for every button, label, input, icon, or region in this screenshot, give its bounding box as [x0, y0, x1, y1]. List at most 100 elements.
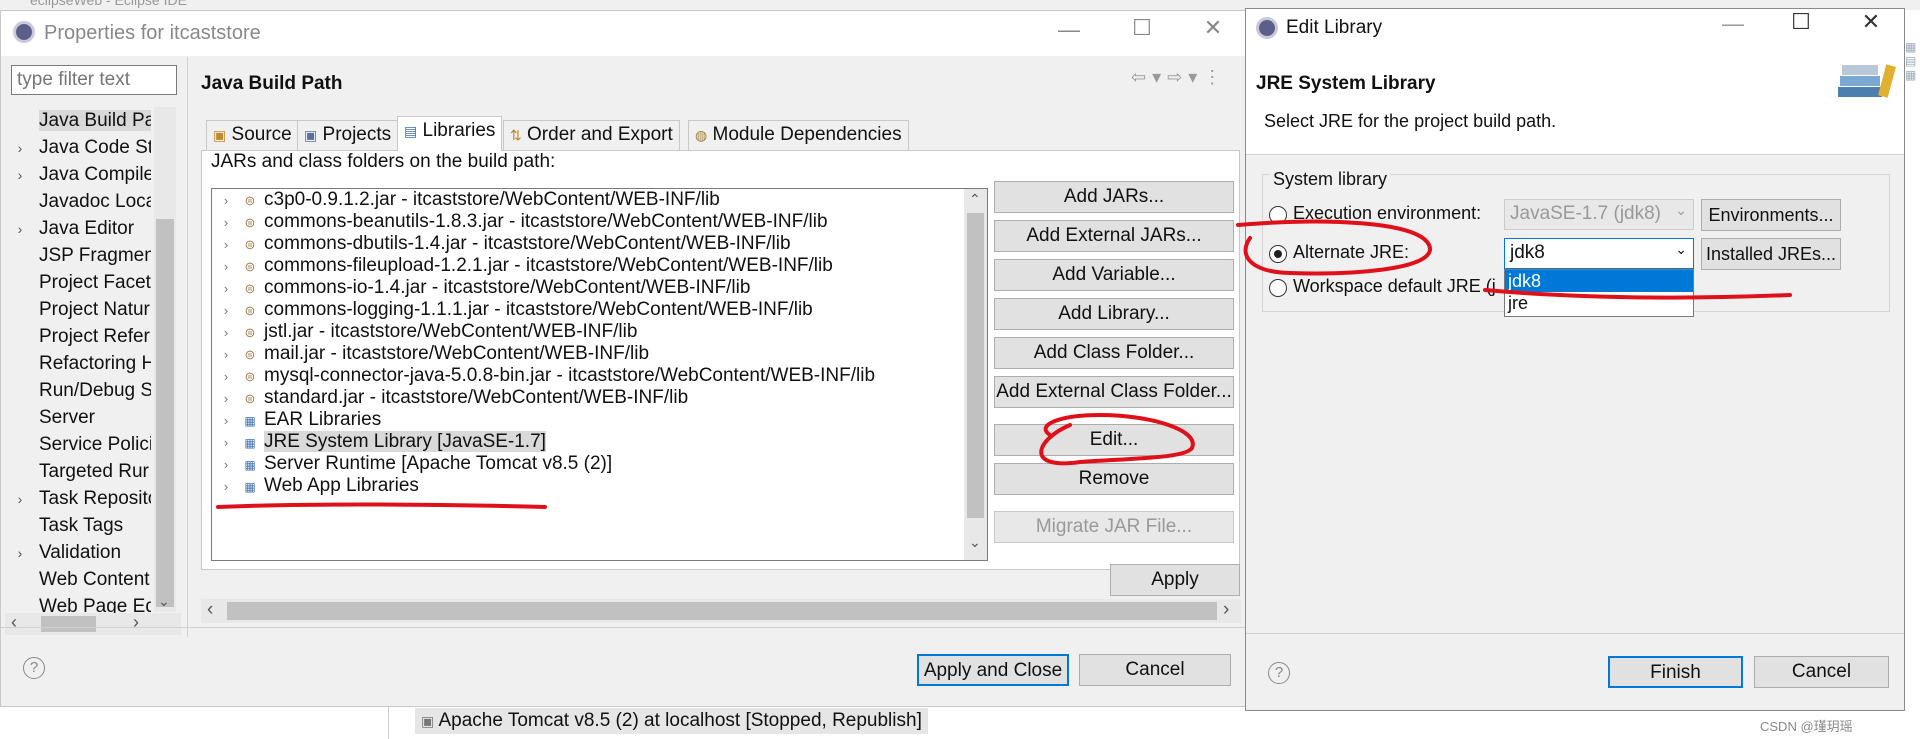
- alternate-jre-radio[interactable]: [1269, 245, 1287, 263]
- add-jars-button[interactable]: Add JARs...: [994, 181, 1234, 213]
- chevron-right-icon[interactable]: ›: [1, 135, 39, 161]
- tab-source[interactable]: ▣ Source: [206, 120, 299, 150]
- chevron-down-icon[interactable]: ⌄: [158, 593, 170, 610]
- properties-title: Properties for itcaststore: [44, 22, 261, 44]
- panel-horizontal-scrollbar[interactable]: ‹ ›: [201, 599, 1241, 623]
- chevron-down-icon[interactable]: ⌄: [1675, 241, 1687, 258]
- nav-vertical-scrollbar[interactable]: [154, 107, 176, 612]
- nav-item-label: Java Compile: [39, 164, 151, 185]
- library-icon: ▦: [244, 480, 256, 494]
- edit-button[interactable]: Edit...: [994, 424, 1234, 456]
- jre-dropdown-list[interactable]: jdk8 jre: [1504, 269, 1694, 317]
- nav-item-label: Java Build Pa: [39, 110, 151, 131]
- build-path-list[interactable]: › ⊜ c3p0-0.9.1.2.jar - itcaststore/WebCont…: [211, 188, 988, 561]
- finish-button[interactable]: Finish: [1608, 656, 1743, 688]
- add-external-jars-button[interactable]: Add External JARs...: [994, 220, 1234, 252]
- close-icon[interactable]: ✕: [1193, 15, 1233, 41]
- nav-item-label: Task Tags: [39, 515, 124, 536]
- minimize-icon[interactable]: —: [1049, 17, 1089, 43]
- history-nav-icons[interactable]: ⇦▾⇨▾⋮: [1131, 67, 1227, 88]
- nav-item[interactable]: Javadoc Loca: [1, 188, 151, 215]
- tab-order-and-export[interactable]: ⇅ Order and Export: [503, 120, 680, 150]
- nav-item[interactable]: Run/Debug S: [1, 377, 151, 404]
- nav-item[interactable]: Server: [1, 404, 151, 431]
- environments-button[interactable]: Environments...: [1701, 199, 1841, 231]
- execution-environment-label: Execution environment:: [1293, 203, 1482, 223]
- remove-button[interactable]: Remove: [994, 463, 1234, 495]
- server-entry[interactable]: ▣ Apache Tomcat v8.5 (2) at localhost [S…: [415, 708, 928, 734]
- nav-item[interactable]: › Task Reposito: [1, 485, 151, 512]
- view-divider: [388, 707, 389, 739]
- nav-item[interactable]: › Java Editor: [1, 215, 151, 242]
- chevron-right-icon[interactable]: ›: [133, 612, 139, 633]
- nav-item[interactable]: › Validation: [1, 539, 151, 566]
- dropdown-option-jre[interactable]: jre: [1505, 292, 1693, 314]
- library-books-icon: [1838, 64, 1896, 98]
- nav-item-label: Refactoring H: [39, 353, 151, 374]
- nav-item[interactable]: Java Build Pa: [1, 107, 151, 134]
- help-icon[interactable]: ?: [23, 657, 45, 679]
- cancel-button[interactable]: Cancel: [1079, 654, 1231, 686]
- nav-item[interactable]: JSP Fragmen: [1, 242, 151, 269]
- add-external-class-folder-button[interactable]: Add External Class Folder...: [994, 376, 1234, 408]
- chevron-left-icon[interactable]: ‹: [207, 599, 213, 621]
- tab-module-dependencies[interactable]: ◍ Module Dependencies: [688, 120, 909, 150]
- list-item[interactable]: › ▦ Web App Libraries: [212, 472, 972, 499]
- execution-environment-combo: JavaSE-1.7 (jdk8) ⌄: [1504, 199, 1694, 230]
- chevron-right-icon[interactable]: ›: [1223, 599, 1229, 621]
- nav-item[interactable]: Project Natur: [1, 296, 151, 323]
- nav-hscroll-thumb[interactable]: [41, 616, 96, 632]
- nav-item-label: Java Code Sty: [39, 137, 151, 158]
- add-class-folder-button[interactable]: Add Class Folder...: [994, 337, 1234, 369]
- maximize-icon[interactable]: ☐: [1781, 9, 1821, 35]
- list-scroll-thumb[interactable]: [967, 213, 984, 518]
- execution-environment-radio[interactable]: [1269, 206, 1287, 224]
- chevron-right-icon[interactable]: ›: [1, 162, 39, 188]
- nav-item[interactable]: Service Polici: [1, 431, 151, 458]
- chevron-right-icon[interactable]: ›: [1, 540, 39, 566]
- nav-horizontal-scrollbar[interactable]: ‹ ›: [5, 612, 181, 635]
- alternate-jre-combo[interactable]: jdk8 ⌄: [1504, 238, 1694, 269]
- side-toolbar: ▦ ▤ ▦: [1905, 40, 1917, 82]
- apply-button[interactable]: Apply: [1110, 564, 1240, 596]
- chevron-right-icon[interactable]: ›: [1, 216, 39, 242]
- nav-item[interactable]: Refactoring H: [1, 350, 151, 377]
- tab-libraries[interactable]: ▤ Libraries: [397, 116, 503, 151]
- nav-item-label: Run/Debug S: [39, 380, 151, 401]
- dropdown-option-jdk8[interactable]: jdk8: [1505, 270, 1693, 292]
- list-item-label: commons-io-1.4.jar - itcaststore/WebCont…: [264, 277, 751, 298]
- list-item-label: commons-dbutils-1.4.jar - itcaststore/We…: [264, 233, 791, 254]
- chevron-right-icon[interactable]: ›: [212, 473, 240, 500]
- tab-projects[interactable]: ▣ Projects: [297, 120, 399, 150]
- splitter[interactable]: [187, 57, 188, 637]
- workspace-default-radio[interactable]: [1269, 279, 1287, 297]
- chevron-up-icon[interactable]: ⌃: [969, 191, 981, 208]
- close-icon[interactable]: ✕: [1851, 9, 1891, 35]
- maximize-icon[interactable]: ☐: [1122, 15, 1162, 41]
- nav-item-label: Targeted Rur: [39, 461, 149, 482]
- chevron-left-icon[interactable]: ‹: [11, 612, 17, 633]
- installed-jres-button[interactable]: Installed JREs...: [1701, 238, 1841, 270]
- nav-item[interactable]: Web Content: [1, 566, 151, 593]
- nav-item[interactable]: › Java Code Sty: [1, 134, 151, 161]
- nav-item[interactable]: › Java Compile: [1, 161, 151, 188]
- add-variable-button[interactable]: Add Variable...: [994, 259, 1234, 291]
- nav-item[interactable]: Project Facet: [1, 269, 151, 296]
- list-vertical-scrollbar[interactable]: ⌃ ⌄: [964, 189, 987, 560]
- cancel-button[interactable]: Cancel: [1754, 656, 1889, 688]
- panel-hscroll-thumb[interactable]: [227, 602, 1217, 620]
- nav-item-label: Project Refer: [39, 326, 150, 347]
- chevron-down-icon[interactable]: ⌄: [969, 534, 981, 551]
- nav-item-label: Project Natur: [39, 299, 150, 320]
- nav-item[interactable]: Targeted Rur: [1, 458, 151, 485]
- nav-scroll-thumb[interactable]: [156, 219, 174, 607]
- filter-input[interactable]: [11, 65, 177, 95]
- list-item-label: commons-fileupload-1.2.1.jar - itcaststo…: [264, 255, 833, 276]
- help-icon[interactable]: ?: [1268, 662, 1290, 684]
- minimize-icon[interactable]: —: [1713, 11, 1753, 37]
- nav-item[interactable]: Project Refer: [1, 323, 151, 350]
- apply-and-close-button[interactable]: Apply and Close: [917, 654, 1069, 686]
- add-library-button[interactable]: Add Library...: [994, 298, 1234, 330]
- chevron-right-icon[interactable]: ›: [1, 486, 39, 512]
- nav-item[interactable]: Task Tags: [1, 512, 151, 539]
